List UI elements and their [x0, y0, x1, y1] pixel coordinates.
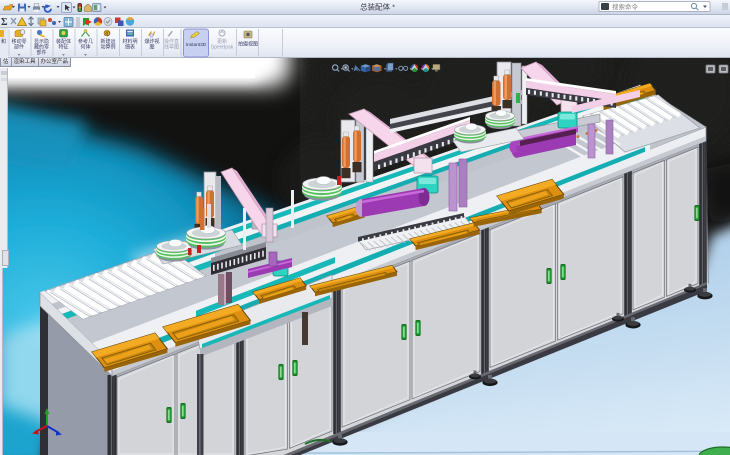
svg-text:Σ: Σ	[1, 17, 8, 28]
svg-text:动算例: 动算例	[100, 44, 115, 51]
svg-text:特征: 特征	[58, 44, 68, 51]
svg-text:3D: 3D	[104, 32, 111, 38]
svg-text:总装配体 *: 总装配体 *	[360, 2, 395, 12]
svg-text:和: 和	[1, 38, 6, 45]
svg-text:细表: 细表	[125, 44, 135, 51]
svg-text:部件: 部件	[14, 44, 24, 51]
svg-text:何体: 何体	[80, 44, 90, 51]
svg-text:Instant3D: Instant3D	[186, 42, 207, 48]
svg-text:拍摄视图: 拍摄视图	[238, 41, 258, 48]
svg-text:图: 图	[149, 45, 154, 51]
svg-text:线草图: 线草图	[164, 44, 179, 51]
svg-text:部件: 部件	[36, 49, 46, 56]
svg-text:搜索命令: 搜索命令	[612, 2, 639, 11]
svg-text:Speedpak: Speedpak	[211, 45, 234, 51]
